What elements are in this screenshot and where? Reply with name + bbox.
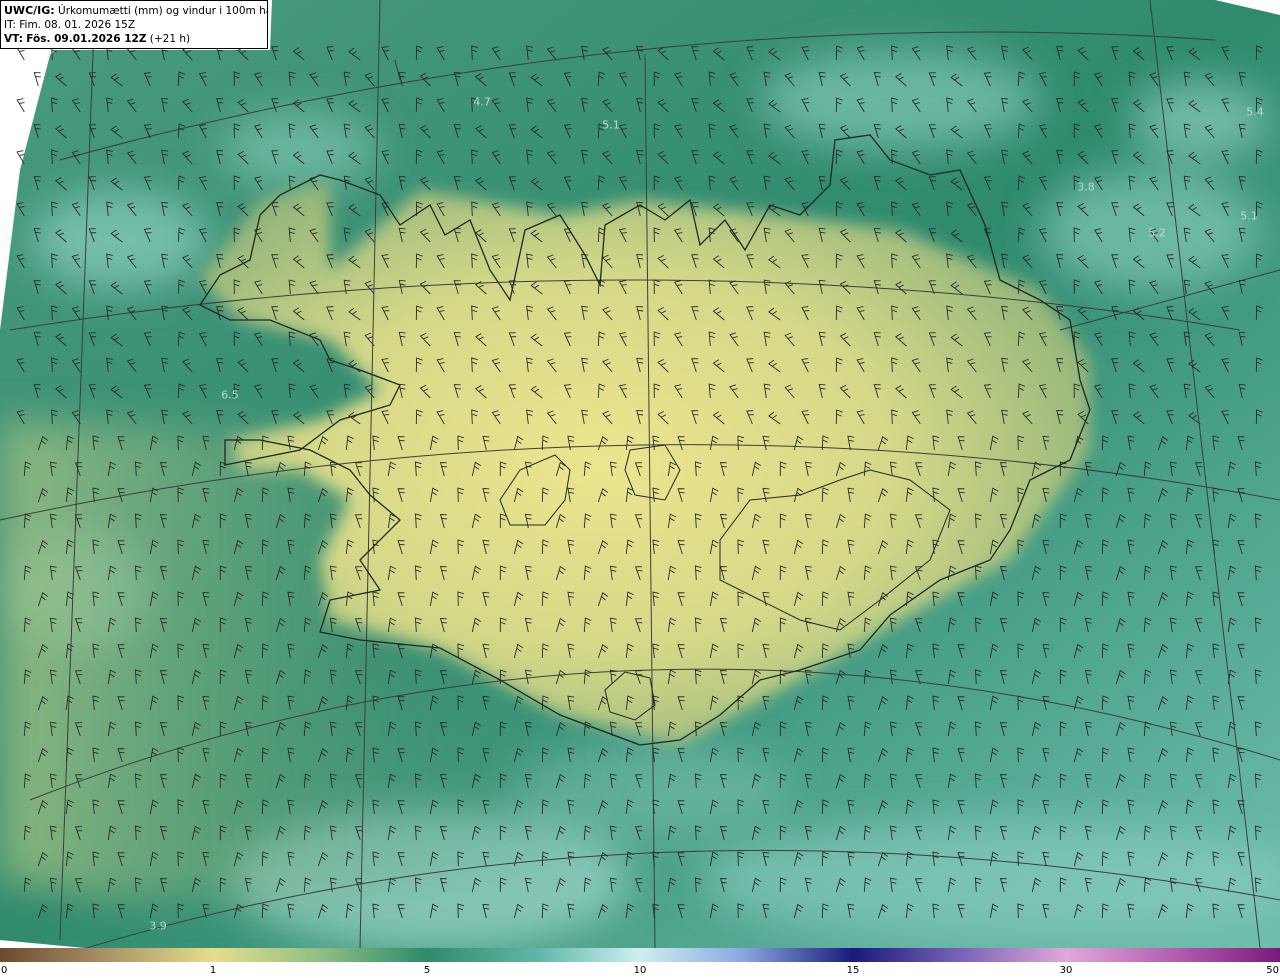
model-label: UWC/IG: [4,4,55,17]
max-value-label: 5.4 [1246,105,1264,119]
map-area[interactable]: 4.7 5.1 5.2 5.1 3.8 6.5 3.9 5.4 [0,0,1280,948]
max-value-label: 5.2 [1148,226,1166,240]
max-value-label: 5.1 [602,118,620,132]
colorbar-tick-label: 15 [846,965,860,976]
max-value-label: 3.9 [149,919,167,933]
map-info-box: UWC/IG: Úrkomumætti (mm) og vindur i 100… [0,0,268,49]
colorbar-tick-label: 0 [1,965,8,976]
it-prefix: IT: [4,19,16,31]
max-value-label: 4.7 [473,95,491,109]
vt-prefix: VT: [4,33,23,45]
colorbar-band [0,948,1280,962]
colorbar-tick-label: 5 [423,965,431,976]
page: 4.7 5.1 5.2 5.1 3.8 6.5 3.9 5.4 UWC/IG: Úrkomum… [0,0,1280,978]
valid-time: Fös. 09.01.2026 12Z [26,33,147,45]
max-value-label: 6.5 [221,388,239,402]
forecast-offset: (+21 h) [149,33,191,45]
colorbar: 0 1 5 10 15 30 50 [0,948,1280,978]
initial-time: Fim. 08. 01. 2026 15Z [19,19,136,31]
max-value-label: 5.1 [1240,209,1258,223]
colorbar-tick-label: 1 [209,965,217,976]
colorbar-tick-label: 10 [633,965,647,976]
colorbar-tick-label: 50 [1266,965,1279,976]
colorbar-tick-label: 30 [1059,965,1073,976]
precipitation-wind-map[interactable] [0,0,1280,948]
field-label: Úrkomumætti (mm) og vindur i 100m hæð [58,5,268,17]
max-value-label: 3.8 [1077,180,1095,194]
